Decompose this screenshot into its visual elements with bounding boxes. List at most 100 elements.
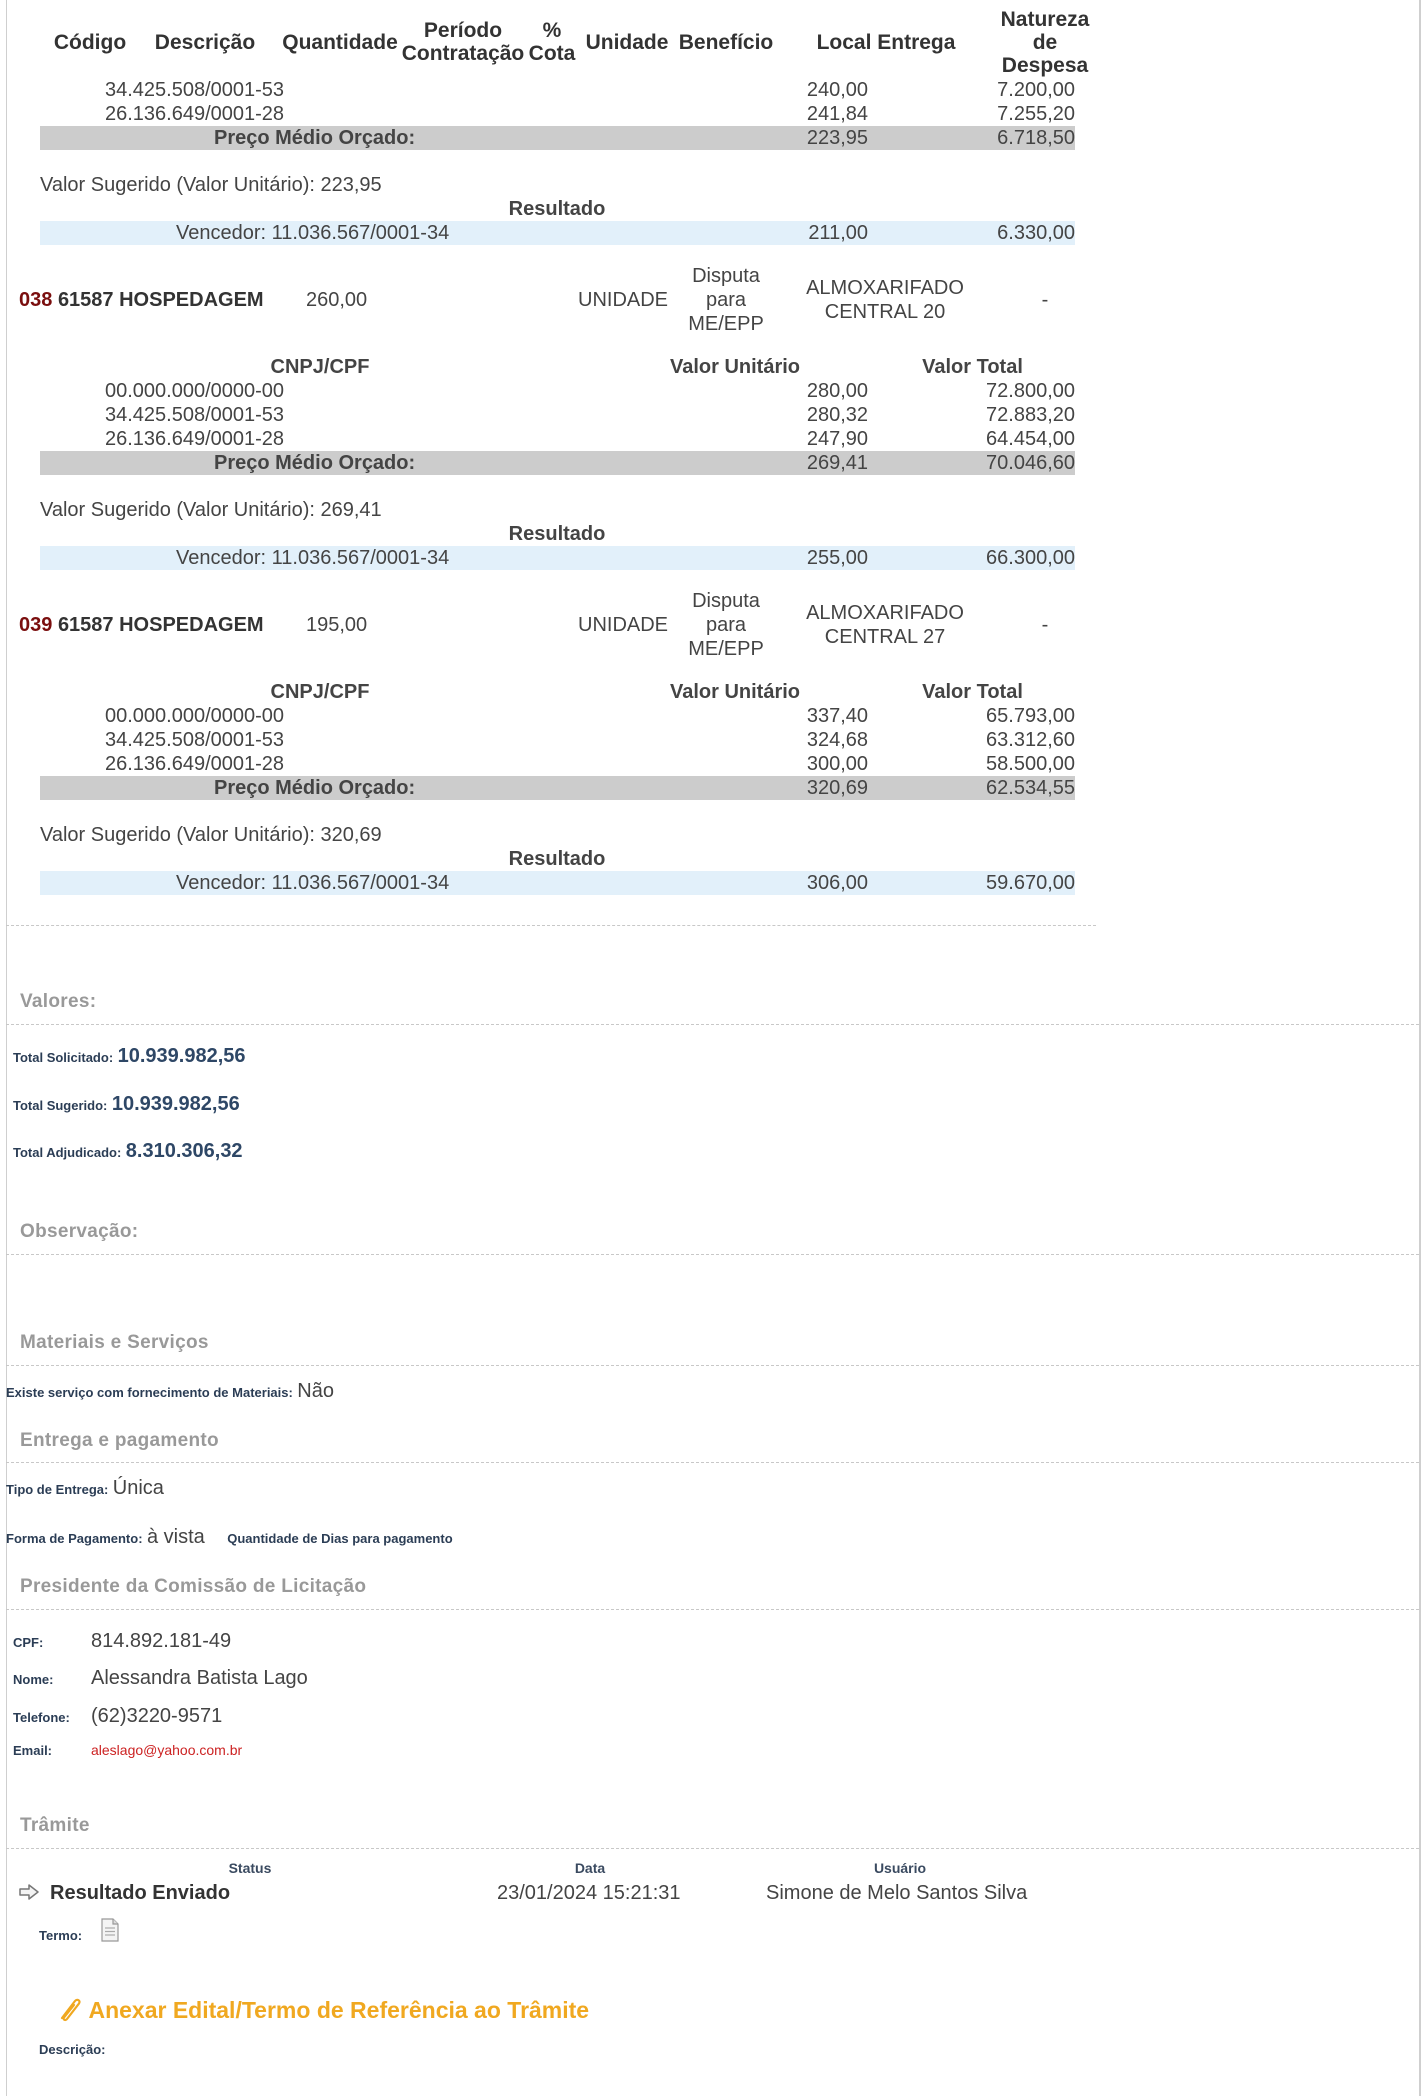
total-adjudicado: Total Adjudicado: 8.310.306,32 <box>13 1140 243 1163</box>
quote-total: 72.800,00 <box>986 380 1075 402</box>
quote-cnpj: 34.425.508/0001-53 <box>105 404 285 426</box>
forma-pagamento-value: à vista <box>146 1526 205 1548</box>
item-benefit-line2: para <box>705 614 747 636</box>
winner-total: 6.330,00 <box>997 222 1075 244</box>
winner-unit: 255,00 <box>806 547 868 569</box>
tipo-entrega-field: Tipo de Entrega: Única <box>6 1477 164 1500</box>
average-price-unit: 269,41 <box>806 452 868 474</box>
header-cota-line2: Cota <box>528 42 576 65</box>
item-description: 61587 HOSPEDAGEM <box>57 289 264 311</box>
quote-cnpj: 26.136.649/0001-28 <box>105 428 285 450</box>
attach-edital-label: Anexar Edital/Termo de Referência ao Trâ… <box>88 1997 590 2023</box>
nome-value: Alessandra Batista Lago <box>91 1667 308 1689</box>
quote-unit: 300,00 <box>806 753 868 775</box>
total-sugerido-value: 10.939.982,56 <box>111 1093 240 1115</box>
frame-left-border <box>6 0 7 2096</box>
total-sugerido: Total Sugerido: 10.939.982,56 <box>13 1093 240 1116</box>
item-number: 038 <box>19 289 53 311</box>
quote-cnpj: 00.000.000/0000-00 <box>105 380 285 402</box>
paperclip-icon <box>60 1998 81 2022</box>
header-unidade: Unidade <box>585 31 669 54</box>
total-solicitado-value: 10.939.982,56 <box>117 1045 246 1067</box>
descricao-label: Descrição: <box>39 2042 106 2057</box>
header-periodo-line1: Período <box>423 19 503 42</box>
total-sugerido-label: Total Sugerido: <box>13 1098 108 1113</box>
attach-edital-link[interactable]: Anexar Edital/Termo de Referência ao Trâ… <box>54 1994 589 2024</box>
email-link[interactable]: aleslago@yahoo.com.br <box>91 1742 242 1758</box>
item-benefit-line1: Disputa <box>692 265 760 287</box>
cpf-value: 814.892.181-49 <box>91 1630 232 1652</box>
tipo-entrega-value: Única <box>112 1477 164 1499</box>
winner-cnpj: Vencedor: 11.036.567/0001-34 <box>176 222 450 244</box>
tramite-usuario: Simone de Melo Santos Silva <box>766 1882 1028 1904</box>
col-unit-header: Valor Unitário <box>669 681 801 703</box>
total-solicitado: Total Solicitado: 10.939.982,56 <box>13 1045 246 1068</box>
item-unit-type: UNIDADE <box>578 614 669 636</box>
item-benefit-line3: ME/EPP <box>688 638 764 660</box>
tramite-col-data: Data <box>574 1860 606 1876</box>
tipo-entrega-label: Tipo de Entrega: <box>6 1482 109 1497</box>
items-table-divider <box>6 925 1096 926</box>
tramite-status: Resultado Enviado <box>50 1882 231 1904</box>
section-divider <box>6 1848 1419 1849</box>
item-benefit-line2: para <box>705 289 747 311</box>
section-title-presidente: Presidente da Comissão de Licitação <box>20 1576 367 1597</box>
col-total-header: Valor Total <box>922 681 1023 703</box>
total-adjudicado-label: Total Adjudicado: <box>13 1145 122 1160</box>
email-label: Email: <box>13 1743 53 1758</box>
quote-unit: 240,00 <box>806 79 868 101</box>
section-title-entrega: Entrega e pagamento <box>20 1430 219 1451</box>
result-label: Resultado <box>508 848 606 870</box>
nome-label: Nome: <box>13 1672 54 1687</box>
item-local-line2: CENTRAL 20 <box>824 301 946 323</box>
header-natureza-line3: Despesa <box>1001 54 1089 77</box>
average-price-label: Preço Médio Orçado: <box>214 127 416 149</box>
quote-total: 65.793,00 <box>986 705 1075 727</box>
forma-pagamento-field: Forma de Pagamento: à vista Quantidade d… <box>6 1526 453 1549</box>
quote-total: 72.883,20 <box>986 404 1075 426</box>
tramite-data: 23/01/2024 15:21:31 <box>497 1882 681 1904</box>
winner-total: 66.300,00 <box>986 547 1075 569</box>
item-unit-type: UNIDADE <box>578 289 669 311</box>
section-title-valores: Valores: <box>20 991 97 1012</box>
total-solicitado-label: Total Solicitado: <box>13 1050 114 1065</box>
header-natureza-line2: de <box>1032 31 1058 54</box>
header-local-entrega: Local Entrega <box>816 31 956 54</box>
winner-cnpj: Vencedor: 11.036.567/0001-34 <box>176 872 450 894</box>
average-price-total: 6.718,50 <box>997 127 1075 149</box>
quote-cnpj: 34.425.508/0001-53 <box>105 79 285 101</box>
forma-pagamento-label: Forma de Pagamento: <box>6 1531 143 1546</box>
item-quantity: 195,00 <box>306 614 368 636</box>
winner-unit: 211,00 <box>808 222 868 244</box>
cpf-label: CPF: <box>13 1635 44 1650</box>
item-quantity: 260,00 <box>306 289 368 311</box>
header-natureza-line1: Natureza <box>1000 8 1090 31</box>
quote-cnpj: 26.136.649/0001-28 <box>105 103 285 125</box>
average-price-row <box>40 776 1075 800</box>
document-icon[interactable] <box>100 1918 122 1944</box>
section-title-observacao: Observação: <box>20 1221 139 1242</box>
dias-pagamento-label: Quantidade de Dias para pagamento <box>227 1531 453 1546</box>
col-total-header: Valor Total <box>922 356 1023 378</box>
materiais-field: Existe serviço com fornecimento de Mater… <box>6 1380 334 1403</box>
average-price-total: 70.046,60 <box>986 452 1075 474</box>
quote-unit: 337,40 <box>806 705 868 727</box>
header-quantidade: Quantidade <box>282 31 398 54</box>
header-periodo-line2: Contratação <box>401 42 525 65</box>
header-cota: % Cota <box>522 19 582 65</box>
average-price-label: Preço Médio Orçado: <box>214 452 416 474</box>
quote-unit: 324,68 <box>806 729 868 751</box>
quote-cnpj: 34.425.508/0001-53 <box>105 729 285 751</box>
quote-unit: 280,32 <box>806 404 868 426</box>
quote-unit: 247,90 <box>806 428 868 450</box>
col-cnpj-header: CNPJ/CPF <box>270 356 370 378</box>
materiais-label: Existe serviço com fornecimento de Mater… <box>6 1385 293 1400</box>
winner-cnpj: Vencedor: 11.036.567/0001-34 <box>176 547 450 569</box>
quote-total: 7.255,20 <box>997 103 1075 125</box>
average-price-total: 62.534,55 <box>986 777 1075 799</box>
average-price-label: Preço Médio Orçado: <box>214 777 416 799</box>
quote-cnpj: 00.000.000/0000-00 <box>105 705 285 727</box>
item-local-line2: CENTRAL 27 <box>824 626 946 648</box>
item-description: 61587 HOSPEDAGEM <box>57 614 264 636</box>
average-price-unit: 223,95 <box>806 127 868 149</box>
